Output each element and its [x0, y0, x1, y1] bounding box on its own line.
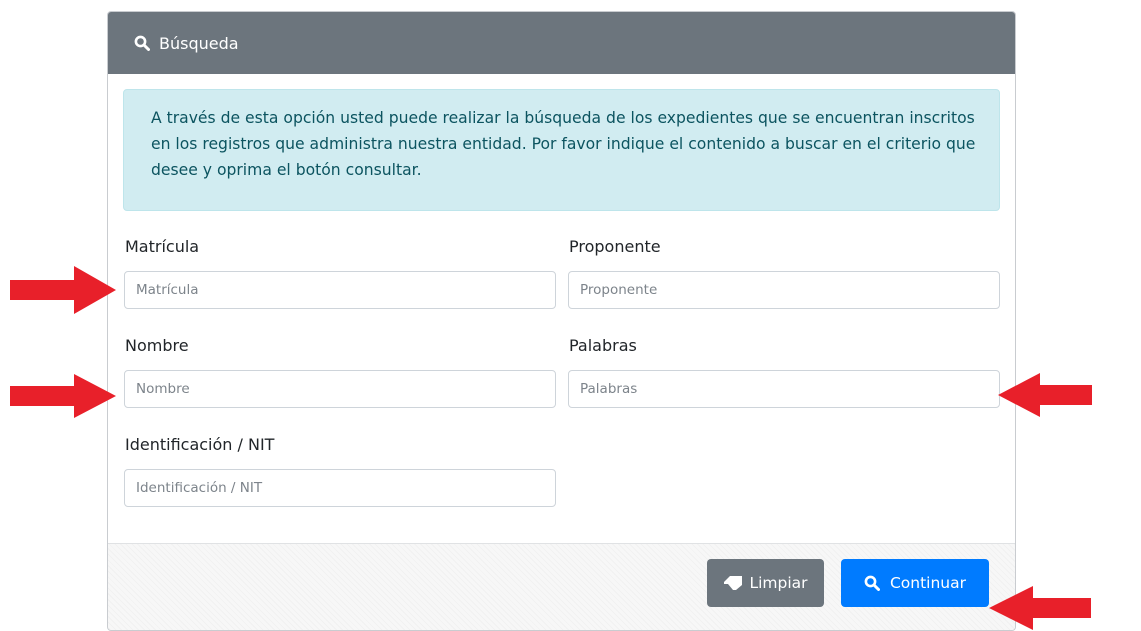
arrow-right-icon: [10, 266, 116, 314]
card-header: Búsqueda: [108, 12, 1015, 74]
search-card: Búsqueda A través de esta opción usted p…: [107, 11, 1016, 631]
identificacion-input[interactable]: [124, 469, 556, 507]
proponente-input[interactable]: [568, 271, 1000, 309]
limpiar-button[interactable]: Limpiar: [707, 559, 824, 607]
palabras-input[interactable]: [568, 370, 1000, 408]
card-footer: Limpiar Continuar: [108, 543, 1015, 630]
matricula-label: Matrícula: [125, 237, 200, 256]
nombre-label: Nombre: [125, 336, 189, 355]
arrow-left-icon: [989, 586, 1091, 630]
proponente-label: Proponente: [569, 237, 661, 256]
continuar-button[interactable]: Continuar: [841, 559, 989, 607]
search-icon: [864, 575, 880, 591]
info-alert: A través de esta opción usted puede real…: [123, 89, 1000, 211]
eraser-icon: [723, 575, 743, 591]
palabras-label: Palabras: [569, 336, 637, 355]
arrow-left-icon: [998, 373, 1092, 417]
matricula-input[interactable]: [124, 271, 556, 309]
limpiar-label: Limpiar: [749, 574, 808, 592]
search-icon: [134, 35, 150, 51]
card-title: Búsqueda: [159, 33, 239, 53]
identificacion-label: Identificación / NIT: [125, 435, 275, 454]
arrow-right-icon: [10, 374, 116, 418]
nombre-input[interactable]: [124, 370, 556, 408]
continuar-label: Continuar: [889, 574, 967, 592]
